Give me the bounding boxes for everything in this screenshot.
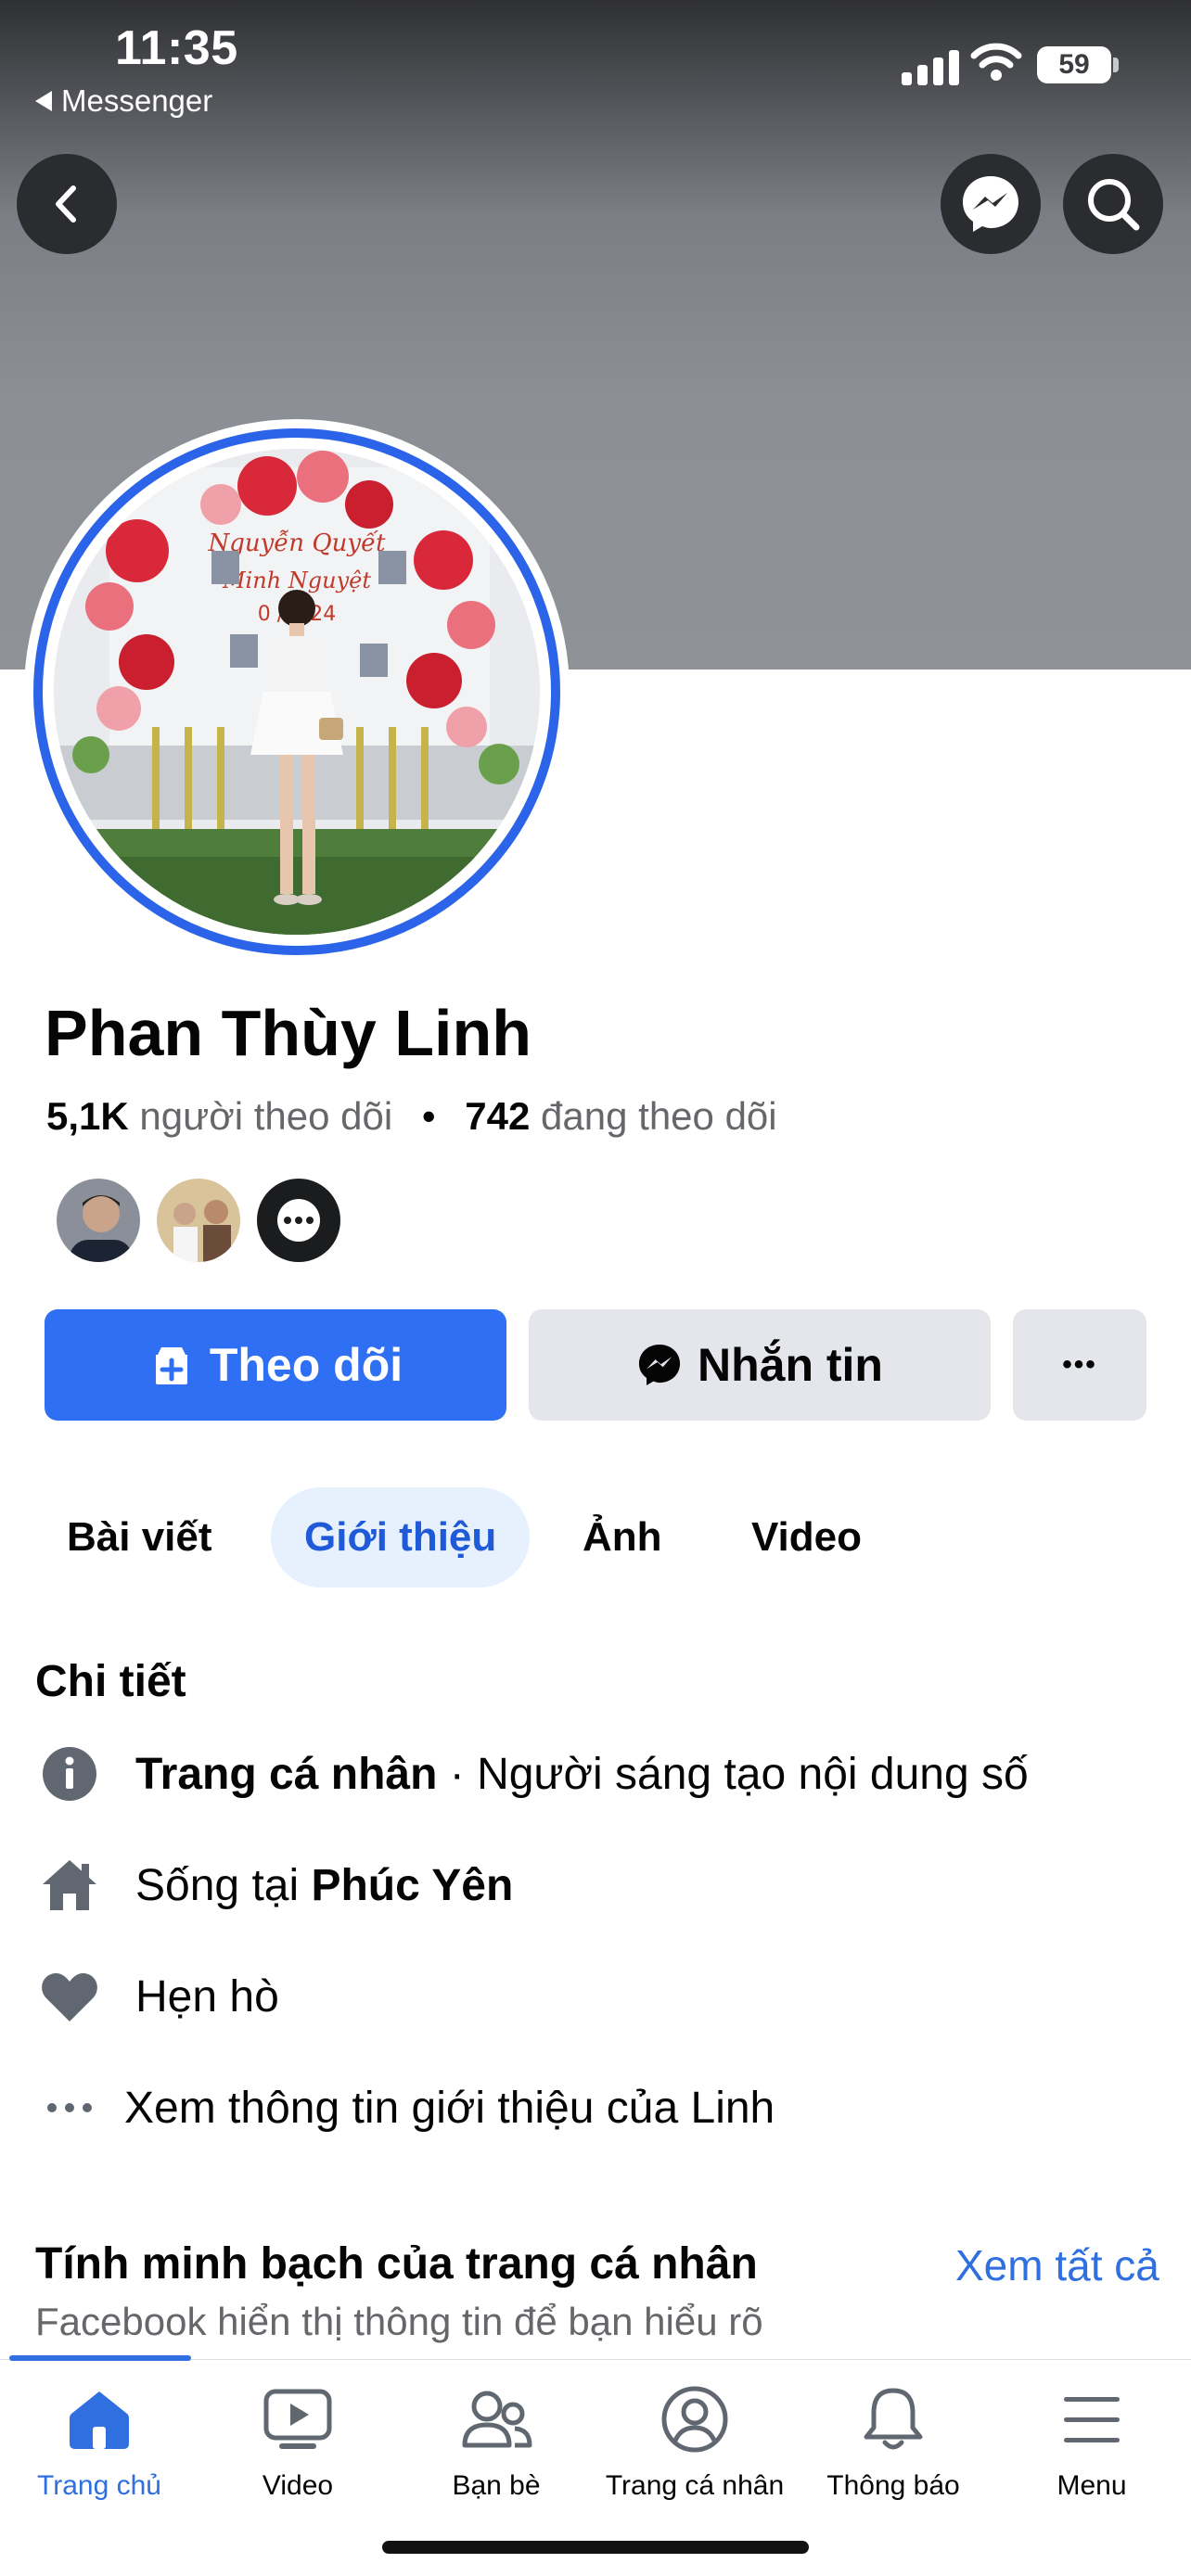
heart-icon [37,1964,102,2029]
ellipsis-icon: ••• [1062,1349,1097,1380]
wifi-icon [970,41,1022,86]
friends-icon [459,2379,533,2459]
back-triangle-icon [35,91,52,111]
detail-lives-in: Sống tại Phúc Yên [37,1853,513,1918]
follower-avatar-1[interactable] [54,1176,143,1265]
nav-home-label: Trang chủ [37,2470,161,2501]
nav-profile[interactable]: Trang cá nhân [596,2379,794,2502]
follow-icon [155,1347,187,1384]
detail-profile-type: Trang cá nhân · Người sáng tạo nội dung … [37,1741,1029,1806]
transparency-title: Tính minh bạch của trang cá nhân [35,2239,758,2289]
see-about-info-text: Xem thông tin giới thiệu của Linh [124,2083,775,2133]
see-all-link[interactable]: Xem tất cả [955,2240,1159,2290]
messenger-icon [963,176,1018,232]
following-label[interactable]: đang theo dõi [541,1094,777,1138]
detail-profile-type-bold: Trang cá nhân [135,1749,438,1799]
message-button[interactable]: Nhắn tin [529,1309,991,1421]
back-to-messenger-link[interactable]: Messenger [35,83,212,119]
info-icon [37,1741,102,1806]
nav-home[interactable]: Trang chủ [0,2379,198,2502]
see-about-info-link[interactable]: Xem thông tin giới thiệu của Linh [37,2075,775,2140]
messenger-icon [638,1344,681,1386]
home-icon [37,1853,102,1918]
detail-lives-in-place[interactable]: Phúc Yên [311,1860,513,1911]
search-button[interactable] [1063,154,1163,254]
tab-photos[interactable]: Ảnh [583,1487,662,1588]
nav-notifications[interactable]: Thông báo [794,2379,992,2502]
nav-video-label: Video [262,2470,334,2501]
profile-avatar[interactable]: Nguyễn Quyết Minh Nguyệt 0 /2024 [54,449,540,935]
active-tab-indicator [9,2355,191,2361]
cellular-signal-icon [902,50,959,85]
transparency-subtitle: Facebook hiển thị thông tin để bạn hiểu … [35,2300,763,2343]
detail-lives-in-text: Sống tại [135,1860,312,1910]
tab-about[interactable]: Giới thiệu [271,1487,531,1588]
stats-separator: • [421,1094,436,1138]
bell-icon [861,2379,926,2459]
search-icon [1088,179,1140,231]
nav-menu-label: Menu [1057,2470,1127,2501]
message-label: Nhắn tin [698,1339,883,1391]
more-dots-icon [277,1199,320,1242]
following-count[interactable]: 742 [465,1094,530,1138]
nav-friends[interactable]: Bạn bè [397,2379,596,2502]
video-icon [263,2379,333,2459]
follow-label: Theo dõi [209,1339,403,1391]
nav-profile-label: Trang cá nhân [605,2470,785,2501]
menu-icon [1060,2379,1123,2459]
messenger-button[interactable] [941,154,1041,254]
detail-profile-type-text: · Người sáng tạo nội dung số [437,1749,1029,1799]
detail-dating[interactable]: Hẹn hò [37,1964,279,2029]
follow-button[interactable]: Theo dõi [45,1309,506,1421]
ellipsis-icon [37,2075,102,2140]
more-options-button[interactable]: ••• [1013,1309,1146,1421]
follower-avatar-2[interactable] [154,1176,243,1265]
status-time: 11:35 [115,21,238,75]
followers-label[interactable]: người theo dõi [139,1094,392,1138]
chevron-left-icon [56,185,76,223]
follow-stats: 5,1K người theo dõi • 742 đang theo dõi [46,1094,777,1139]
tab-videos[interactable]: Video [751,1487,862,1588]
detail-dating-text: Hẹn hò [135,1971,279,2021]
battery-nub [1113,57,1119,72]
battery-icon: 59 [1037,46,1111,83]
tab-posts[interactable]: Bài viết [67,1487,212,1588]
nav-notifications-label: Thông báo [826,2470,960,2501]
back-button[interactable] [17,154,117,254]
cover-text-2: Minh Nguyệt [222,567,371,593]
more-followers-button[interactable] [254,1176,343,1265]
details-title: Chi tiết [35,1657,186,1706]
back-app-label: Messenger [61,83,213,118]
avatar-photo-illustration: Nguyễn Quyết Minh Nguyệt 0 /2024 [54,449,540,935]
profile-icon [660,2379,729,2459]
home-indicator [382,2541,809,2554]
followers-count[interactable]: 5,1K [46,1094,129,1138]
nav-friends-label: Bạn bè [452,2470,541,2501]
home-icon [66,2379,133,2459]
nav-menu[interactable]: Menu [992,2379,1191,2502]
nav-video[interactable]: Video [198,2379,397,2502]
profile-name: Phan Thùy Linh [45,997,531,1069]
